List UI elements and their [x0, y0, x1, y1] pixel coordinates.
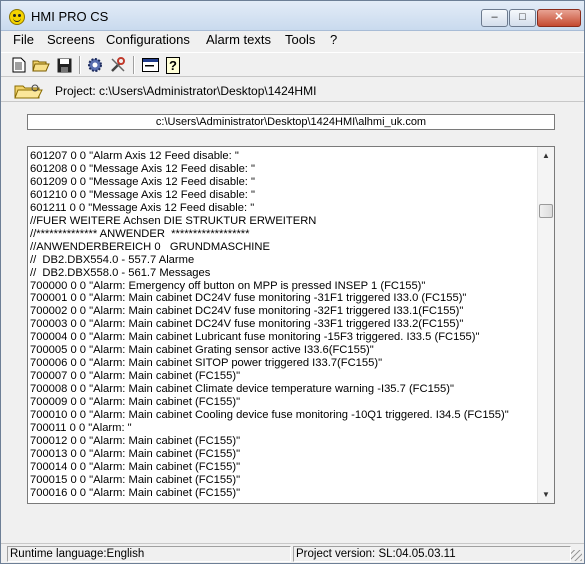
save-icon[interactable] [54, 55, 74, 75]
editor-line[interactable]: 700009 0 0 "Alarm: Main cabinet (FC155)" [30, 396, 536, 409]
scroll-down-icon[interactable]: ▼ [538, 486, 554, 503]
maximize-button[interactable]: □ [509, 9, 536, 27]
smiley-app-icon [9, 9, 25, 25]
editor-line[interactable]: 700004 0 0 "Alarm: Main cabinet Lubrican… [30, 331, 536, 344]
open-folder-icon[interactable] [31, 55, 51, 75]
editor-line[interactable]: 700015 0 0 "Alarm: Main cabinet (FC155)" [30, 474, 536, 487]
window-icon[interactable] [140, 55, 160, 75]
editor-line[interactable]: 700016 0 0 "Alarm: Main cabinet (FC155)" [30, 487, 536, 500]
app-window: HMI PRO CS – □ ✕ File Screens Configurat… [0, 0, 585, 564]
settings-gear-icon[interactable] [85, 55, 105, 75]
menu-file[interactable]: File [13, 32, 34, 47]
menu-configurations[interactable]: Configurations [106, 32, 190, 47]
runtime-language-status: Runtime language:English [7, 546, 291, 562]
svg-text:?: ? [169, 58, 177, 73]
editor-line[interactable]: 700006 0 0 "Alarm: Main cabinet SITOP po… [30, 357, 536, 370]
toolbar: ? [1, 52, 584, 77]
menu-bar: File Screens Configurations Alarm texts … [1, 31, 584, 50]
editor-line[interactable]: 700003 0 0 "Alarm: Main cabinet DC24V fu… [30, 318, 536, 331]
title-bar[interactable]: HMI PRO CS – □ ✕ [1, 1, 584, 31]
editor-line[interactable]: // DB2.DBX554.0 - 557.7 Alarme [30, 254, 536, 267]
status-bar: Runtime language:English Project version… [1, 543, 584, 563]
editor-line[interactable]: 700014 0 0 "Alarm: Main cabinet (FC155)" [30, 461, 536, 474]
toolbar-separator [133, 56, 135, 74]
menu-alarm-texts[interactable]: Alarm texts [206, 32, 271, 47]
editor-line[interactable]: // DB2.DBX558.0 - 561.7 Messages [30, 267, 536, 280]
open-project-icon[interactable] [13, 83, 43, 99]
project-path-label: Project: c:\Users\Administrator\Desktop\… [55, 84, 317, 98]
project-bar: Project: c:\Users\Administrator\Desktop\… [1, 79, 584, 102]
editor-line[interactable]: 601208 0 0 "Message Axis 12 Feed disable… [30, 163, 536, 176]
tools-icon[interactable] [108, 55, 128, 75]
resize-grip-icon[interactable] [571, 550, 582, 561]
close-button[interactable]: ✕ [537, 9, 581, 27]
editor-line[interactable]: //************** ANWENDER **************… [30, 228, 536, 241]
minimize-button[interactable]: – [481, 9, 508, 27]
new-file-icon[interactable] [9, 55, 29, 75]
menu-help[interactable]: ? [330, 32, 337, 47]
window-title: HMI PRO CS [31, 9, 109, 24]
scrollbar-thumb[interactable] [539, 204, 553, 218]
editor-lines[interactable]: 601207 0 0 "Alarm Axis 12 Feed disable: … [30, 150, 536, 500]
menu-tools[interactable]: Tools [285, 32, 315, 47]
editor-line[interactable]: 700010 0 0 "Alarm: Main cabinet Cooling … [30, 409, 536, 422]
scroll-up-icon[interactable]: ▲ [538, 147, 554, 164]
toolbar-separator [79, 56, 81, 74]
editor-line[interactable]: 700012 0 0 "Alarm: Main cabinet (FC155)" [30, 435, 536, 448]
menu-screens[interactable]: Screens [47, 32, 95, 47]
editor-line[interactable]: 700011 0 0 "Alarm: " [30, 422, 536, 435]
editor-line[interactable]: 700005 0 0 "Alarm: Main cabinet Grating … [30, 344, 536, 357]
editor-line[interactable]: 601210 0 0 "Message Axis 12 Feed disable… [30, 189, 536, 202]
editor-line[interactable]: 700008 0 0 "Alarm: Main cabinet Climate … [30, 383, 536, 396]
editor-line[interactable]: 601211 0 0 "Message Axis 12 Feed disable… [30, 202, 536, 215]
alarm-file-path-field: c:\Users\Administrator\Desktop\1424HMI\a… [27, 114, 555, 130]
alarm-text-editor[interactable]: 601207 0 0 "Alarm Axis 12 Feed disable: … [27, 146, 555, 504]
editor-line[interactable]: 700001 0 0 "Alarm: Main cabinet DC24V fu… [30, 292, 536, 305]
project-version-status: Project version: SL:04.05.03.11 [293, 546, 571, 562]
editor-line[interactable]: 700007 0 0 "Alarm: Main cabinet (FC155)" [30, 370, 536, 383]
help-icon[interactable]: ? [163, 55, 183, 75]
editor-line[interactable]: 700000 0 0 "Alarm: Emergency off button … [30, 280, 536, 293]
editor-line[interactable]: 601207 0 0 "Alarm Axis 12 Feed disable: … [30, 150, 536, 163]
editor-line[interactable]: 601209 0 0 "Message Axis 12 Feed disable… [30, 176, 536, 189]
vertical-scrollbar[interactable]: ▲ ▼ [537, 147, 554, 503]
editor-line[interactable]: //ANWENDERBEREICH 0 GRUNDMASCHINE [30, 241, 536, 254]
editor-line[interactable]: 700013 0 0 "Alarm: Main cabinet (FC155)" [30, 448, 536, 461]
editor-line[interactable]: //FUER WEITERE Achsen DIE STRUKTUR ERWEI… [30, 215, 536, 228]
editor-line[interactable]: 700002 0 0 "Alarm: Main cabinet DC24V fu… [30, 305, 536, 318]
